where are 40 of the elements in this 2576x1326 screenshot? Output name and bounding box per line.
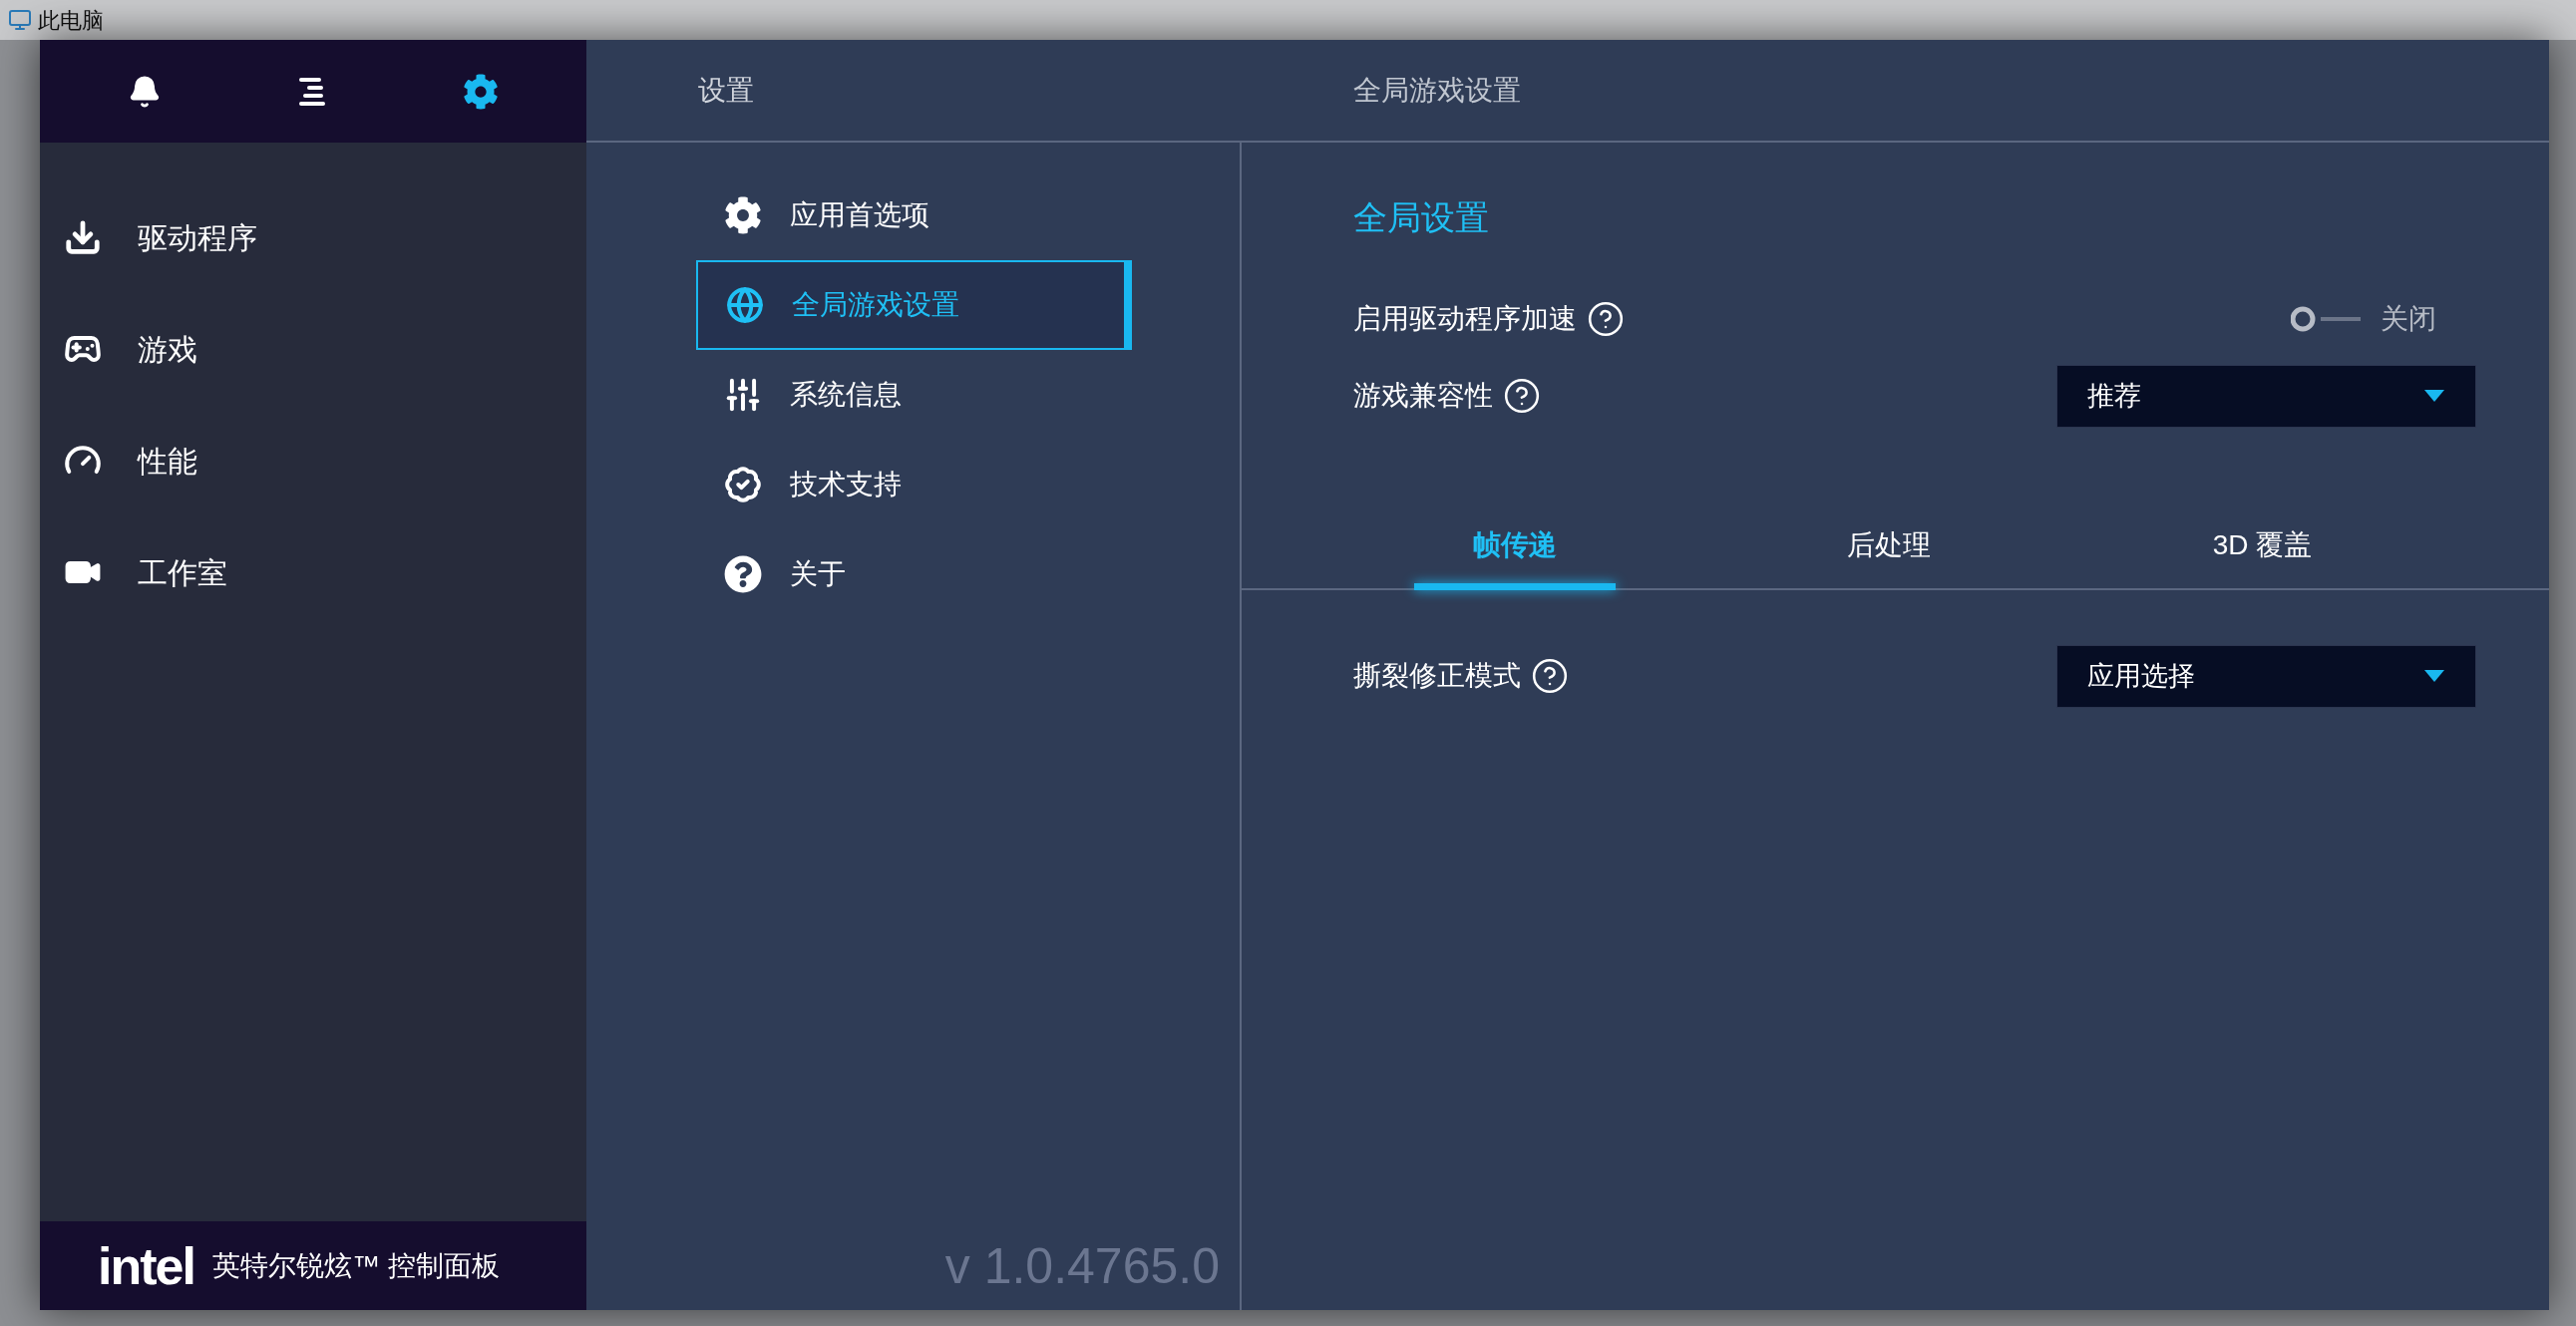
settings-icon[interactable] (463, 73, 499, 110)
tab[interactable]: 帧传递 (1327, 510, 1701, 590)
sliders-icon (724, 376, 762, 414)
product-name: 英特尔锐炫™ 控制面板 (211, 1248, 500, 1283)
help-icon[interactable] (1503, 377, 1541, 415)
sidebar-item[interactable]: 工作室 (40, 516, 586, 628)
setting-label: 撕裂修正模式 (1353, 659, 1521, 693)
setting-label: 游戏兼容性 (1353, 379, 1493, 413)
help-icon (724, 555, 762, 593)
sidebar-item[interactable]: 驱动程序 (40, 181, 586, 293)
caret-icon (2423, 670, 2445, 682)
bell-icon[interactable] (128, 74, 162, 109)
badge-check-icon (724, 466, 762, 503)
help-icon[interactable] (1531, 657, 1569, 695)
menu-item[interactable]: 全局游戏设置 (696, 260, 1132, 350)
help-icon[interactable] (1587, 300, 1625, 338)
version-label: v 1.0.4765.0 (944, 1237, 1220, 1296)
menu-item[interactable]: 应用首选项 (696, 170, 1132, 260)
window-title: 此电脑 (38, 6, 104, 35)
page-title: 全局游戏设置 (1353, 74, 1521, 106)
toggle-switch[interactable] (2291, 304, 2361, 334)
section-title: 设置 (698, 74, 754, 106)
monitor-icon (8, 8, 32, 32)
download-icon (64, 218, 102, 256)
tab[interactable]: 3D 覆盖 (2075, 510, 2449, 590)
globe-icon (726, 286, 764, 324)
caret-icon (2423, 390, 2445, 402)
menu-item[interactable]: 系统信息 (696, 350, 1132, 440)
sidebar-item[interactable]: 性能 (40, 405, 586, 516)
setting-label: 启用驱动程序加速 (1353, 302, 1577, 336)
dropdown[interactable]: 应用选择 (2056, 644, 2476, 708)
tab[interactable]: 后处理 (1701, 510, 2075, 590)
dropdown[interactable]: 推荐 (2056, 364, 2476, 428)
menu-item[interactable]: 技术支持 (696, 440, 1132, 529)
settings-heading: 全局设置 (1353, 197, 1490, 238)
gear-icon (724, 196, 762, 234)
toggle-state-label: 关闭 (2381, 302, 2436, 336)
sidebar-item[interactable]: 游戏 (40, 293, 586, 405)
intel-logo: intel (98, 1239, 194, 1292)
menu-item[interactable]: 关于 (696, 529, 1132, 619)
